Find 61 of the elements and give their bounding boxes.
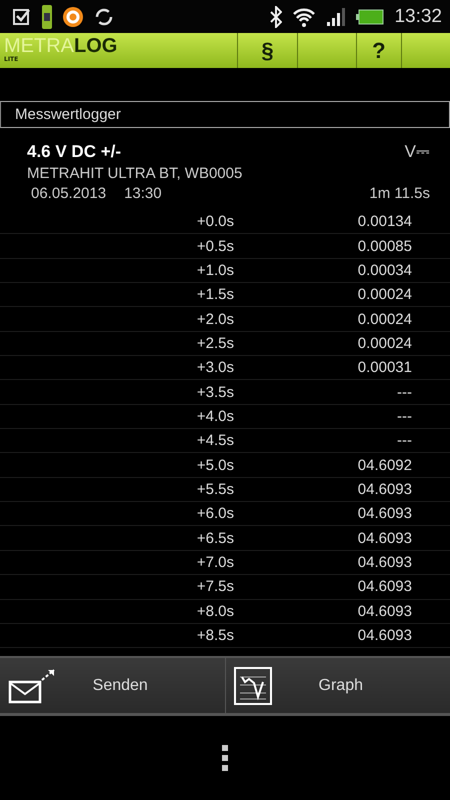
- value-cell-text: 0.00031: [356, 359, 412, 376]
- time-offset-cell-text: +2.5s: [196, 334, 234, 352]
- time-offset-cell-text: +0.5s: [196, 238, 234, 255]
- value-cell-text: 04.6093: [356, 627, 412, 644]
- time-offset-cell-text: +7.5s: [196, 578, 234, 596]
- time-offset-cell-text: +5.0s: [196, 456, 234, 474]
- graph-icon: [234, 666, 272, 705]
- mail-send-icon: [8, 668, 56, 704]
- value-cell-text: 0.00024: [356, 310, 412, 328]
- time-offset-cell-text: +6.0s: [196, 505, 234, 522]
- time-offset-cell-text: +1.0s: [196, 262, 234, 279]
- value-cell-text: 0.00085: [356, 238, 412, 255]
- time-offset-cell-text: +8.5s: [196, 627, 234, 644]
- time-text: 13:30: [124, 185, 162, 202]
- section-title: Messwertlogger: [0, 101, 450, 128]
- graph-button[interactable]: Graph: [226, 658, 450, 714]
- checkbox-notification-icon: [12, 6, 32, 26]
- value-cell-text: 04.6093: [356, 578, 412, 596]
- value-cell-text: 04.6092: [356, 456, 412, 474]
- toolbar-button[interactable]: §: [237, 33, 297, 68]
- value-cell-text: ---: [396, 384, 412, 401]
- time-offset-cell-text: +7.0s: [196, 554, 234, 571]
- value-cell-text: 0.00134: [356, 213, 412, 230]
- value-cell-text: 04.6093: [356, 480, 412, 498]
- time-offset-cell-text: +5.5s: [196, 480, 234, 498]
- time-offset-cell-text: +3.5s: [196, 384, 234, 401]
- ring-app-icon: [62, 6, 84, 28]
- value-cell-text: 04.6093: [356, 530, 412, 547]
- time-offset-cell-text: +0.0s: [196, 213, 234, 230]
- time-offset-cell-text: +4.0s: [196, 408, 234, 425]
- measurement-title: 4.6 V DC +/-: [27, 142, 122, 162]
- date-text: 06.05.2013: [31, 185, 106, 202]
- value-cell-text: 0.00034: [356, 262, 412, 279]
- time-offset-cell-text: +3.0s: [196, 359, 234, 376]
- unit-symbol: V⎓: [404, 142, 430, 162]
- sync-icon: [94, 6, 114, 26]
- time-offset-cell-text: +1.5s: [196, 286, 234, 304]
- value-cell-text: 04.6093: [356, 602, 412, 620]
- bluetooth-icon: [270, 6, 282, 28]
- time-offset-cell-text: +2.0s: [196, 310, 234, 328]
- device-name: METRAHIT ULTRA BT, WB0005: [27, 165, 244, 182]
- logo-text: METRA: [4, 36, 74, 56]
- logo-text: LOG: [74, 36, 118, 56]
- send-button[interactable]: Senden: [0, 658, 226, 714]
- value-cell-text: 04.6093: [356, 505, 412, 522]
- wifi-icon: [292, 6, 316, 26]
- value-cell-text: ---: [396, 432, 412, 450]
- clock-time: 13:32: [394, 6, 442, 28]
- toolbar-button[interactable]: ?: [356, 33, 401, 68]
- phone-app-icon: [42, 4, 52, 28]
- battery-icon: [356, 8, 384, 24]
- overflow-menu-icon[interactable]: [222, 745, 228, 772]
- signal-icon: [326, 8, 346, 26]
- value-cell-text: 0.00024: [356, 334, 412, 352]
- time-offset-cell-text: +8.0s: [196, 602, 234, 620]
- value-cell-text: 04.6093: [356, 554, 412, 571]
- time-offset-cell-text: +6.5s: [196, 530, 234, 547]
- duration-text: 1m 11.5s: [369, 185, 430, 202]
- value-cell-text: 0.00024: [356, 286, 412, 304]
- value-cell-text: ---: [396, 408, 412, 425]
- time-offset-cell-text: +4.5s: [196, 432, 234, 450]
